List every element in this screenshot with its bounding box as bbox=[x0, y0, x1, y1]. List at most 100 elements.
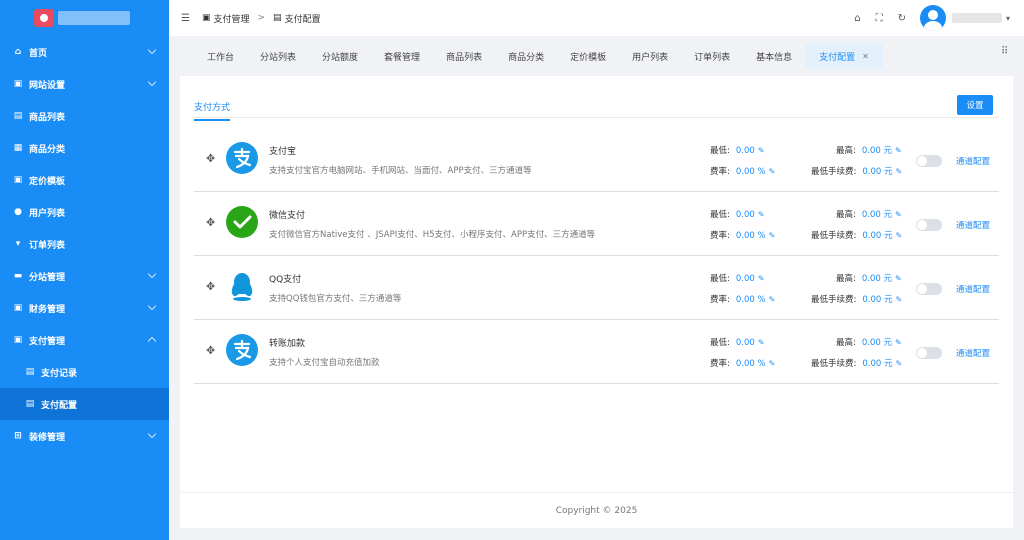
close-icon[interactable]: ✕ bbox=[862, 52, 869, 61]
min-amount-value[interactable]: 0.00 bbox=[736, 274, 755, 284]
sidebar-item[interactable]: ▣ 定价模板 bbox=[0, 164, 169, 196]
page-tab-label: 分站额度 bbox=[322, 52, 359, 63]
drag-handle-icon[interactable]: ✥ bbox=[206, 344, 215, 357]
payment-method-name: QQ支付 bbox=[269, 275, 302, 285]
edit-pencil-icon[interactable]: ✎ bbox=[895, 338, 902, 347]
wechat-logo-icon bbox=[226, 206, 258, 238]
channel-config-link[interactable]: 通道配置 bbox=[956, 155, 990, 167]
enable-toggle[interactable] bbox=[916, 219, 942, 231]
tab-grid-icon[interactable]: ⠿ bbox=[1001, 46, 1012, 57]
page-tab[interactable]: 基本信息 bbox=[743, 43, 805, 69]
breadcrumb-item[interactable]: 支付管理 bbox=[213, 12, 249, 25]
drag-handle-icon[interactable]: ✥ bbox=[206, 152, 215, 165]
edit-pencil-icon[interactable]: ✎ bbox=[758, 210, 765, 219]
min-fee-value[interactable]: 0.00 元 bbox=[862, 359, 892, 369]
sidebar-subitem[interactable]: ▤ 支付配置 bbox=[0, 388, 169, 420]
min-amount: 最低: 0.00 ✎ bbox=[710, 272, 765, 284]
page-tab[interactable]: 支付配置 ✕ bbox=[805, 43, 883, 69]
sidebar-item[interactable]: ▾ 订单列表 bbox=[0, 228, 169, 260]
sidebar-item[interactable]: ⊞ 装修管理 bbox=[0, 420, 169, 452]
fee-rate-label: 费率: bbox=[710, 359, 730, 369]
breadcrumb: ▣ 支付管理 > ▤ 支付配置 bbox=[202, 12, 321, 25]
refresh-icon[interactable]: ↻ bbox=[898, 13, 906, 24]
page-tab[interactable]: 套餐管理 bbox=[371, 43, 433, 69]
home-icon[interactable]: ⌂ bbox=[854, 13, 860, 24]
edit-pencil-icon[interactable]: ✎ bbox=[895, 146, 902, 155]
edit-pencil-icon[interactable]: ✎ bbox=[769, 167, 776, 176]
page-tab-label: 工作台 bbox=[207, 52, 235, 63]
edit-pencil-icon[interactable]: ✎ bbox=[758, 338, 765, 347]
fee-rate-value[interactable]: 0.00 % bbox=[736, 295, 766, 305]
edit-pencil-icon[interactable]: ✎ bbox=[758, 274, 765, 283]
fullscreen-icon[interactable]: ⛶ bbox=[876, 13, 883, 24]
fee-rate: 费率: 0.00 % ✎ bbox=[710, 229, 775, 241]
collapse-sidebar-icon[interactable]: ☰ bbox=[181, 13, 190, 24]
chevron-down-icon[interactable]: ▾ bbox=[1006, 14, 1010, 23]
edit-pencil-icon[interactable]: ✎ bbox=[896, 231, 903, 240]
max-amount-value[interactable]: 0.00 元 bbox=[862, 146, 892, 156]
edit-pencil-icon[interactable]: ✎ bbox=[769, 231, 776, 240]
sidebar-item-label: 商品分类 bbox=[29, 144, 66, 155]
page-tab[interactable]: 分站额度 bbox=[309, 43, 371, 69]
enable-toggle[interactable] bbox=[916, 283, 942, 295]
sidebar-item[interactable]: ▣ 支付管理 bbox=[0, 324, 169, 356]
tab-payment-methods[interactable]: 支付方式 bbox=[194, 100, 231, 121]
logo[interactable] bbox=[0, 0, 169, 36]
min-fee-value[interactable]: 0.00 元 bbox=[862, 231, 892, 241]
sidebar-item[interactable]: ● 用户列表 bbox=[0, 196, 169, 228]
page-tab[interactable]: 定价模板 bbox=[557, 43, 619, 69]
page-tab[interactable]: 用户列表 bbox=[619, 43, 681, 69]
channel-config-link[interactable]: 通道配置 bbox=[956, 347, 990, 359]
website-settings-icon: ▣ bbox=[13, 79, 23, 89]
sidebar-item[interactable]: ▬ 分站管理 bbox=[0, 260, 169, 292]
edit-pencil-icon[interactable]: ✎ bbox=[896, 295, 903, 304]
settings-button[interactable]: 设置 bbox=[957, 95, 993, 115]
page-tab-label: 分站列表 bbox=[260, 52, 297, 63]
page-tab-label: 支付配置 bbox=[819, 52, 856, 63]
channel-config-link[interactable]: 通道配置 bbox=[956, 219, 990, 231]
edit-pencil-icon[interactable]: ✎ bbox=[769, 359, 776, 368]
enable-toggle[interactable] bbox=[916, 347, 942, 359]
page-tab[interactable]: 分站列表 bbox=[247, 43, 309, 69]
drag-handle-icon[interactable]: ✥ bbox=[206, 280, 215, 293]
cart-icon: ▾ bbox=[15, 239, 21, 249]
fee-rate-value[interactable]: 0.00 % bbox=[736, 359, 766, 369]
edit-pencil-icon[interactable]: ✎ bbox=[758, 146, 765, 155]
drag-handle-icon[interactable]: ✥ bbox=[206, 216, 215, 229]
fee-rate-value[interactable]: 0.00 % bbox=[736, 231, 766, 241]
chevron-down-icon bbox=[147, 269, 157, 279]
edit-pencil-icon[interactable]: ✎ bbox=[895, 210, 902, 219]
min-fee: 最低手续费: 0.00 元 ✎ bbox=[811, 229, 902, 241]
username-redacted[interactable] bbox=[951, 13, 1002, 23]
sidebar-item[interactable]: ▦ 商品分类 bbox=[0, 132, 169, 164]
sidebar-subitem-label: 支付记录 bbox=[41, 368, 78, 379]
min-amount-value[interactable]: 0.00 bbox=[736, 338, 755, 348]
min-amount-label: 最低: bbox=[710, 146, 730, 156]
sidebar-subitem[interactable]: ▤ 支付记录 bbox=[0, 356, 169, 388]
min-fee-value[interactable]: 0.00 元 bbox=[862, 295, 892, 305]
channel-config-link[interactable]: 通道配置 bbox=[956, 283, 990, 295]
page-tab[interactable]: 商品列表 bbox=[433, 43, 495, 69]
min-amount-value[interactable]: 0.00 bbox=[736, 210, 755, 220]
sidebar-item[interactable]: ▤ 商品列表 bbox=[0, 100, 169, 132]
edit-pencil-icon[interactable]: ✎ bbox=[896, 359, 903, 368]
edit-pencil-icon[interactable]: ✎ bbox=[896, 167, 903, 176]
max-amount-value[interactable]: 0.00 元 bbox=[862, 338, 892, 348]
edit-pencil-icon[interactable]: ✎ bbox=[769, 295, 776, 304]
page-tab[interactable]: 订单列表 bbox=[681, 43, 743, 69]
max-amount-value[interactable]: 0.00 元 bbox=[862, 210, 892, 220]
edit-pencil-icon[interactable]: ✎ bbox=[895, 274, 902, 283]
page-tab[interactable]: 工作台 bbox=[194, 43, 247, 69]
fee-rate-value[interactable]: 0.00 % bbox=[736, 167, 766, 177]
sidebar-item[interactable]: ▣ 网站设置 bbox=[0, 68, 169, 100]
sidebar-item-label: 商品列表 bbox=[29, 112, 66, 123]
sidebar-item[interactable]: ▣ 财务管理 bbox=[0, 292, 169, 324]
max-amount-label: 最高: bbox=[836, 274, 856, 284]
max-amount-value[interactable]: 0.00 元 bbox=[862, 274, 892, 284]
min-fee-value[interactable]: 0.00 元 bbox=[862, 167, 892, 177]
page-tab[interactable]: 商品分类 bbox=[495, 43, 557, 69]
avatar[interactable] bbox=[919, 5, 946, 31]
min-amount-value[interactable]: 0.00 bbox=[736, 146, 755, 156]
sidebar-item[interactable]: ⌂ 首页 bbox=[0, 36, 169, 68]
enable-toggle[interactable] bbox=[916, 155, 942, 167]
